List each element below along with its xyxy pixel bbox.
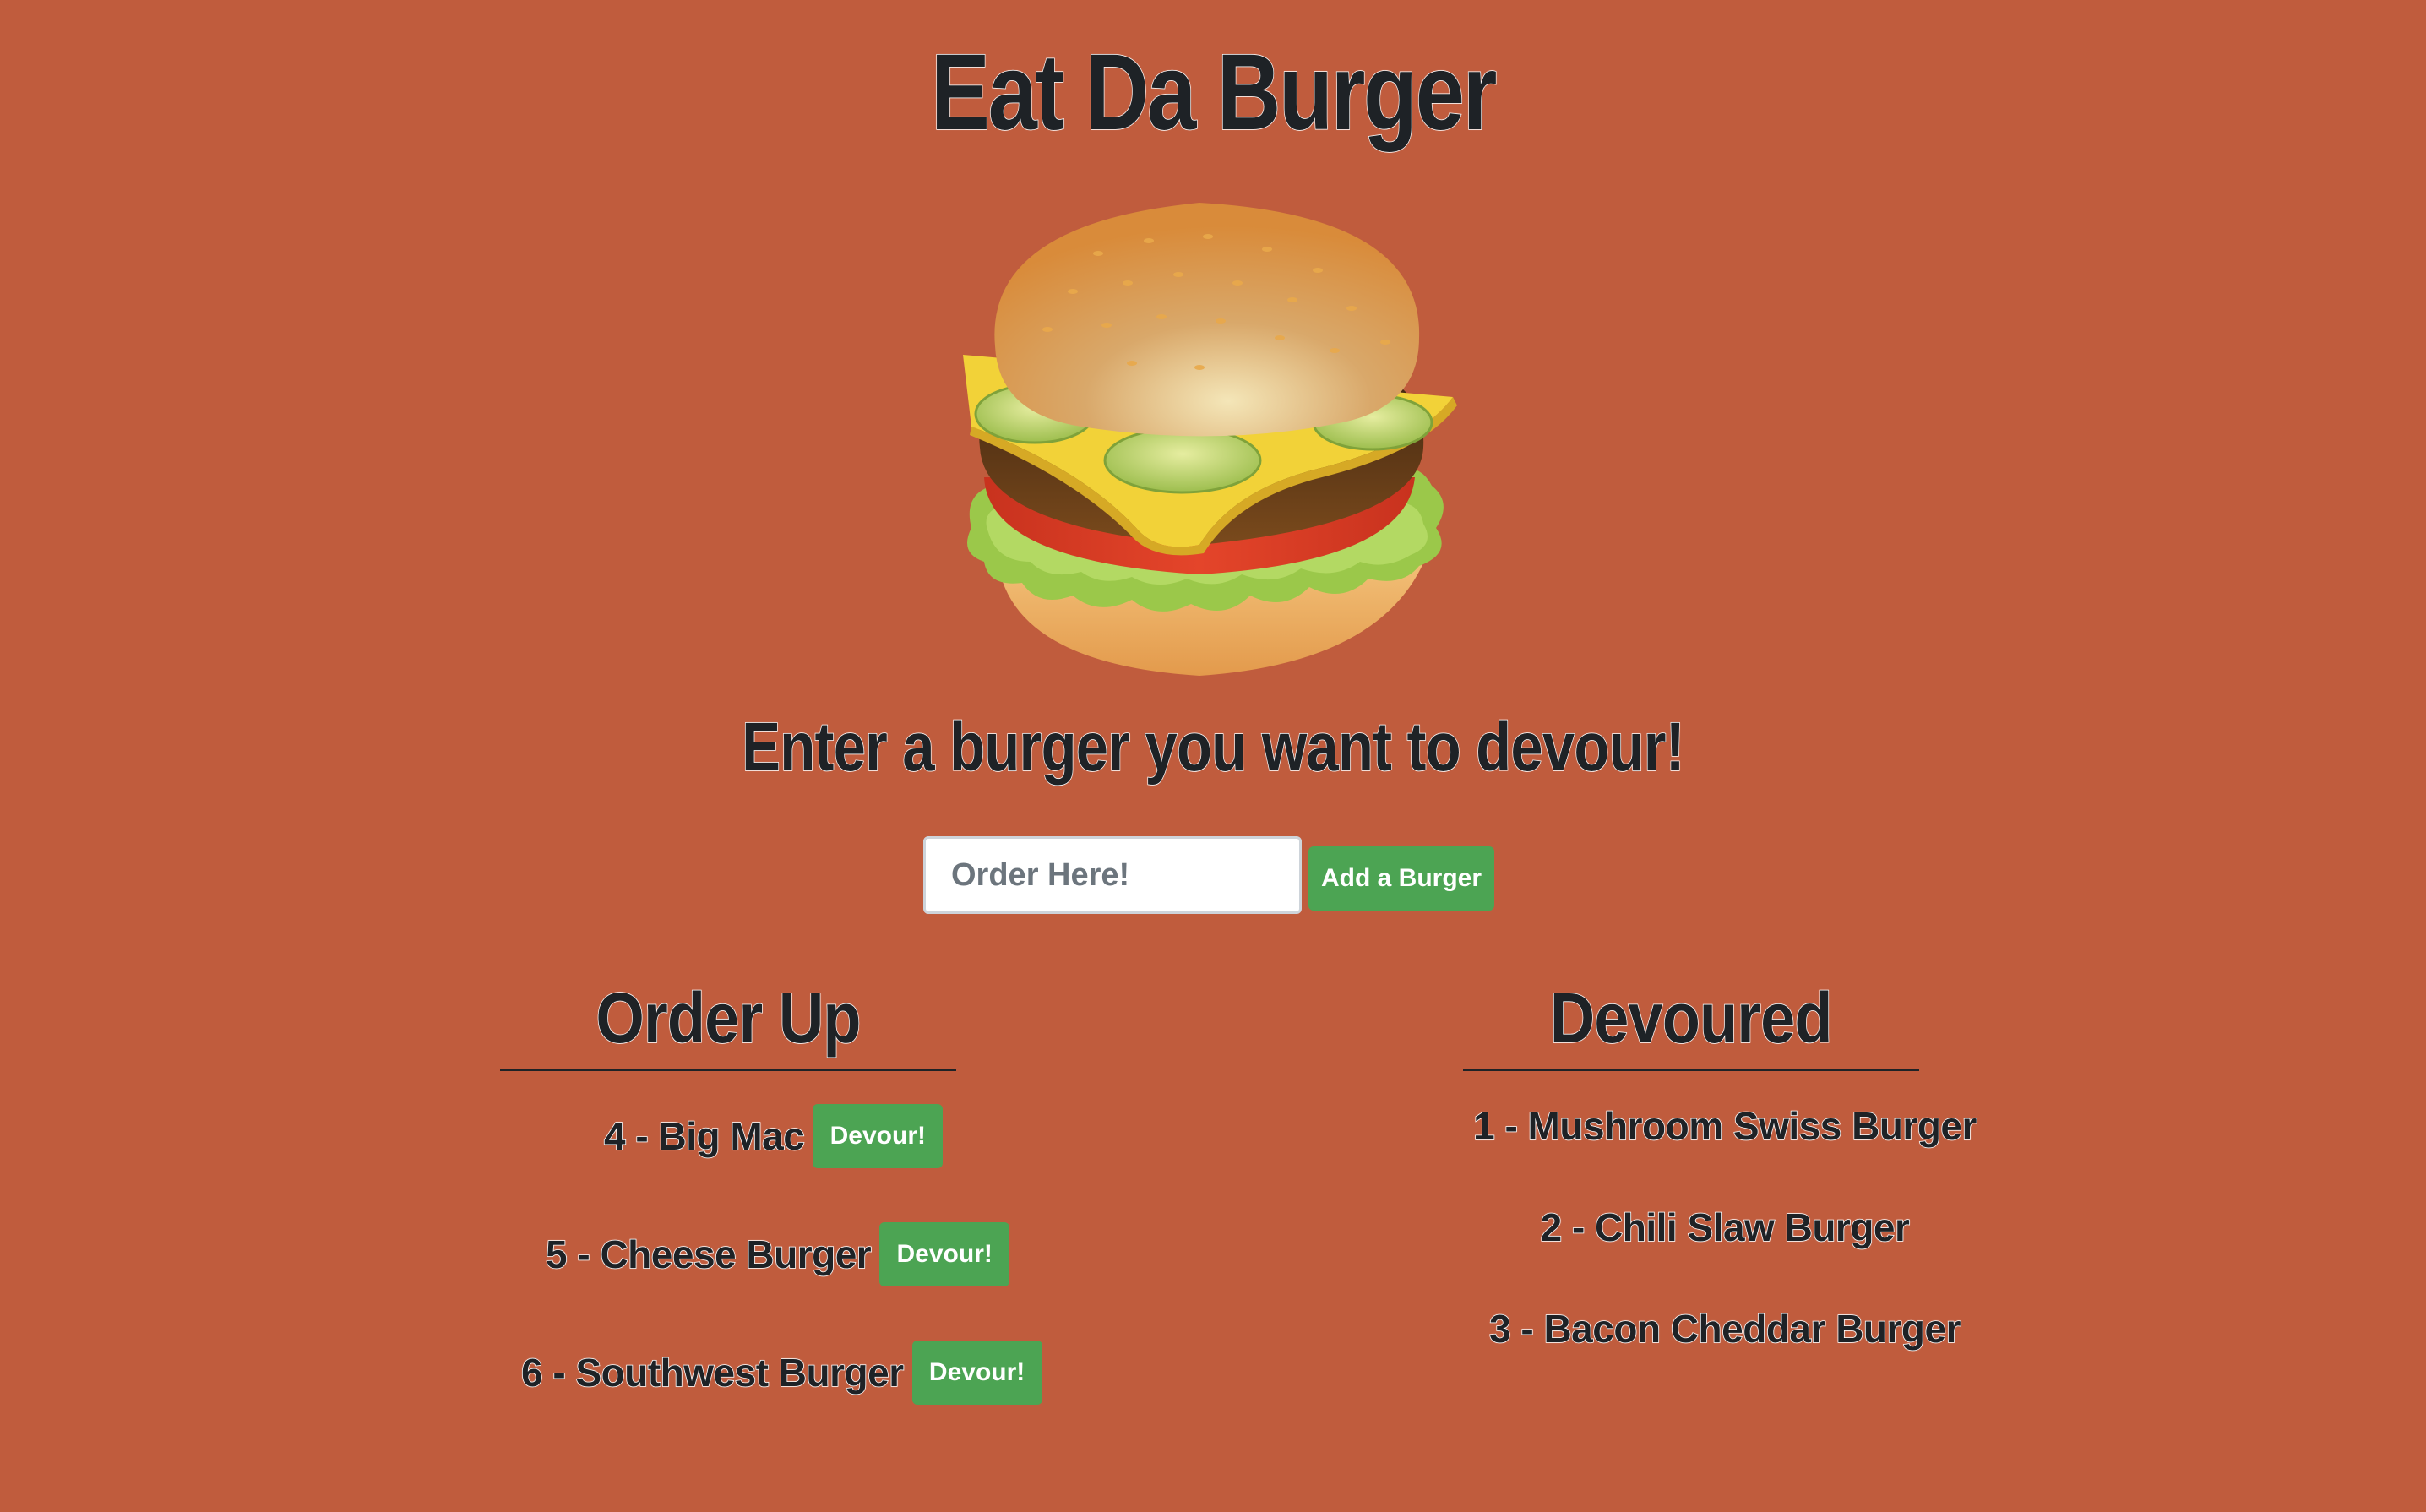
page-title: Eat Da Burger: [930, 31, 1498, 154]
order-input[interactable]: [923, 836, 1302, 914]
order-up-section: Order Up: [500, 971, 956, 1071]
page: Eat Da Burger Enter a burger you want to…: [0, 0, 2426, 1512]
burger-icon: [963, 203, 1457, 676]
order-form: Add a Burger: [923, 836, 1494, 914]
order-up-heading: Order Up: [500, 971, 956, 1071]
burger-image: [946, 190, 1487, 697]
add-burger-button[interactable]: Add a Burger: [1308, 846, 1494, 911]
order-item: 6 - Southwest Burger Devour!: [520, 1341, 1042, 1405]
devoured-item: 1 - Mushroom Swiss Burger: [1472, 1103, 1977, 1149]
devoured-heading: Devoured: [1463, 971, 1919, 1071]
order-item-label: 6 - Southwest Burger: [520, 1350, 905, 1395]
devoured-item: 3 - Bacon Cheddar Burger: [1488, 1306, 1961, 1352]
form-prompt: Enter a burger you want to devour!: [742, 708, 1686, 786]
devour-button[interactable]: Devour!: [879, 1222, 1010, 1286]
devoured-heading-text: Devoured: [1549, 977, 1833, 1058]
order-up-heading-text: Order Up: [596, 977, 862, 1058]
order-item-label: 4 - Big Mac: [603, 1113, 805, 1159]
devoured-item: 2 - Chili Slaw Burger: [1540, 1205, 1911, 1250]
order-item: 4 - Big Mac Devour!: [603, 1104, 944, 1168]
order-item-label: 5 - Cheese Burger: [545, 1232, 872, 1277]
devoured-section: Devoured: [1463, 971, 1919, 1071]
order-item: 5 - Cheese Burger Devour!: [545, 1222, 1010, 1286]
devour-button[interactable]: Devour!: [911, 1341, 1042, 1405]
devour-button[interactable]: Devour!: [813, 1104, 944, 1168]
